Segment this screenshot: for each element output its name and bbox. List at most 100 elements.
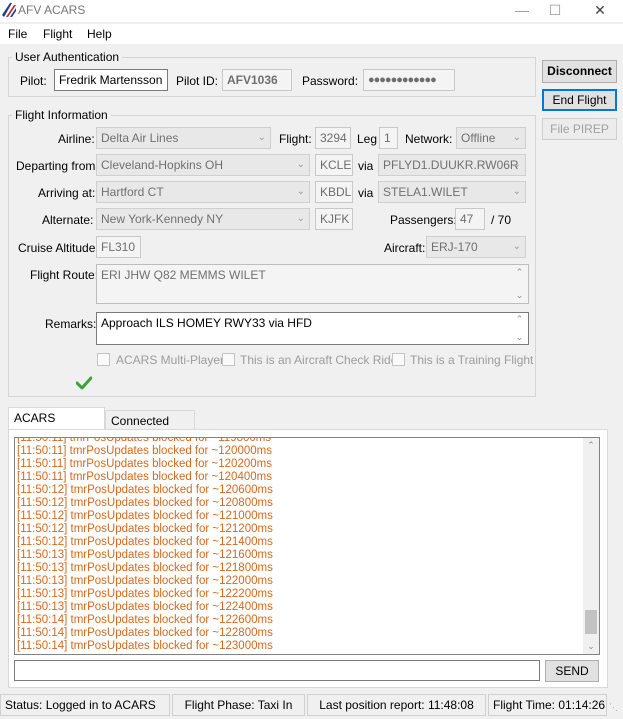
chevron-down-icon: ⌄ [512, 159, 521, 170]
flight-info-title: Flight Information [12, 108, 111, 122]
message-line: [11:50:13] tmrPosUpdates blocked for ~12… [17, 575, 273, 587]
checkride-checkbox[interactable] [222, 353, 235, 366]
arriving-via-value: STELA1.WILET [383, 185, 468, 199]
message-line: [11:50:12] tmrPosUpdates blocked for ~12… [17, 523, 273, 535]
title-bar[interactable]: AFV ACARS — ☐ ✕ [0, 0, 623, 22]
leg-label: Leg [357, 132, 378, 146]
airline-select[interactable]: Delta Air Lines ⌄ [96, 127, 271, 149]
status-bar: Status: Logged in to ACARS Flight Phase:… [0, 694, 623, 719]
message-line: [11:50:13] tmrPosUpdates blocked for ~12… [17, 562, 273, 574]
messages-scrollbar[interactable]: ⌃ ⌄ [583, 438, 599, 654]
scroll-down-icon[interactable]: ⌄ [511, 332, 528, 343]
scroll-down-icon[interactable]: ⌄ [583, 641, 599, 652]
leg-field[interactable]: 1 [379, 127, 398, 149]
route-scrollbar[interactable]: ⌃ ⌄ [511, 265, 528, 303]
message-line: [11:50:12] tmrPosUpdates blocked for ~12… [17, 484, 273, 496]
flight-route-textarea[interactable]: ERI JHW Q82 MEMMS WILET ⌃ ⌄ [96, 264, 529, 304]
status-flight-time: Flight Time: 01:14:26 [488, 694, 607, 716]
departing-via-label: via [358, 159, 374, 173]
message-input[interactable] [14, 660, 540, 681]
app-logo-icon [2, 3, 16, 17]
minimize-icon: — [515, 2, 529, 18]
status-flight-phase: Flight Phase: Taxi In [172, 694, 305, 716]
chevron-down-icon: ⌄ [296, 213, 305, 224]
alternate-icao-field[interactable]: KJFK [315, 208, 353, 230]
pilot-name-field[interactable]: Fredrik Martensson [54, 69, 168, 91]
departing-select[interactable]: Cleveland-Hopkins OH ⌄ [96, 154, 310, 176]
departing-via-select[interactable]: PFLYD1.DUUKR.RW06R ⌄ [378, 154, 526, 176]
departing-value: Cleveland-Hopkins OH [101, 158, 224, 172]
password-label: Password: [302, 74, 359, 88]
alternate-select[interactable]: New York-Kennedy NY ⌄ [96, 208, 310, 230]
menu-flight[interactable]: Flight [43, 27, 72, 41]
flight-number-field[interactable]: 3294 [315, 127, 351, 149]
chevron-down-icon: ⌄ [257, 132, 266, 143]
training-checkbox[interactable] [392, 353, 405, 366]
message-line: [11:50:11] tmrPosUpdates blocked for ~12… [17, 458, 272, 470]
arriving-select[interactable]: Hartford CT ⌄ [96, 181, 310, 203]
network-value: Offline [461, 131, 496, 145]
checkride-label: This is an Aircraft Check Ride [240, 353, 398, 367]
file-pirep-button[interactable]: File PIREP [542, 118, 617, 140]
password-field[interactable]: ●●●●●●●●●●●● [363, 69, 455, 91]
chevron-down-icon: ⌄ [296, 186, 305, 197]
acars-message-list[interactable]: [11:50:11] tmrPosUpdates blocked for ~11… [14, 437, 600, 655]
end-flight-button[interactable]: End Flight [542, 89, 617, 111]
flight-route-value: ERI JHW Q82 MEMMS WILET [101, 268, 266, 282]
departing-icao-field[interactable]: KCLE [315, 154, 353, 176]
alternate-label: Alternate: [42, 213, 94, 227]
close-button[interactable]: ✕ [580, 0, 620, 22]
window-title: AFV ACARS [18, 3, 86, 17]
multiplayer-checkbox[interactable] [97, 353, 110, 366]
maximize-button[interactable]: ☐ [535, 0, 575, 22]
resize-grip-icon[interactable]: ⋱ [609, 702, 621, 714]
disconnect-button[interactable]: Disconnect [542, 60, 617, 83]
message-line: [11:50:11] tmrPosUpdates blocked for ~12… [17, 445, 272, 457]
scroll-up-icon[interactable]: ⌃ [511, 267, 528, 278]
scroll-down-icon[interactable]: ⌄ [511, 290, 528, 301]
flight-number-label: Flight: [279, 132, 312, 146]
checkmark-icon [76, 376, 92, 390]
scroll-thumb[interactable] [585, 610, 597, 634]
multiplayer-label: ACARS Multi-Player [116, 353, 225, 367]
remarks-scrollbar[interactable]: ⌃ ⌄ [511, 313, 528, 344]
scroll-up-icon[interactable]: ⌃ [511, 314, 528, 325]
airline-label: Airline: [58, 132, 95, 146]
passengers-field[interactable]: 47 [455, 208, 485, 230]
remarks-textarea[interactable]: Approach ILS HOMEY RWY33 via HFD ⌃ ⌄ [96, 312, 529, 345]
message-line: [11:50:14] tmrPosUpdates blocked for ~12… [17, 640, 273, 652]
remarks-value: Approach ILS HOMEY RWY33 via HFD [101, 316, 312, 330]
pilot-label: Pilot: [20, 74, 47, 88]
message-line: [11:50:11] tmrPosUpdates blocked for ~12… [17, 471, 272, 483]
close-icon: ✕ [594, 2, 606, 18]
training-label: This is a Training Flight [410, 353, 534, 367]
status-last-report: Last position report: 11:48:08 [307, 694, 486, 716]
arriving-icao-field[interactable]: KBDL [315, 181, 353, 203]
cruise-altitude-field[interactable]: FL310 [96, 236, 141, 258]
message-line: [11:50:13] tmrPosUpdates blocked for ~12… [17, 601, 273, 613]
message-line: [11:50:13] tmrPosUpdates blocked for ~12… [17, 588, 273, 600]
message-line: [11:50:11] tmrPosUpdates blocked for ~11… [17, 437, 272, 444]
cruise-altitude-label: Cruise Altitude: [18, 241, 99, 255]
pilot-id-label: Pilot ID: [176, 74, 219, 88]
pilot-id-field[interactable]: AFV1036 [222, 69, 292, 91]
aircraft-select[interactable]: ERJ-170 ⌄ [426, 236, 526, 258]
network-select[interactable]: Offline ⌄ [456, 127, 526, 149]
arriving-via-select[interactable]: STELA1.WILET ⌄ [378, 181, 526, 203]
arriving-via-label: via [358, 186, 374, 200]
status-state: Status: Logged in to ACARS [0, 694, 170, 716]
passengers-label: Passengers: [390, 213, 457, 227]
chevron-down-icon: ⌄ [296, 159, 305, 170]
chevron-down-icon: ⌄ [512, 132, 521, 143]
menu-file[interactable]: File [8, 27, 27, 41]
maximize-icon: ☐ [548, 2, 562, 18]
remarks-label: Remarks: [45, 317, 97, 331]
aircraft-value: ERJ-170 [431, 240, 478, 254]
flight-route-label: Flight Route: [30, 268, 99, 282]
tab-acars-messages[interactable]: ACARS Messages [8, 407, 105, 445]
scroll-up-icon[interactable]: ⌃ [583, 440, 599, 451]
message-line: [11:50:12] tmrPosUpdates blocked for ~12… [17, 510, 273, 522]
menu-help[interactable]: Help [87, 27, 112, 41]
passengers-max: / 70 [491, 213, 512, 227]
send-button[interactable]: SEND [545, 660, 599, 682]
